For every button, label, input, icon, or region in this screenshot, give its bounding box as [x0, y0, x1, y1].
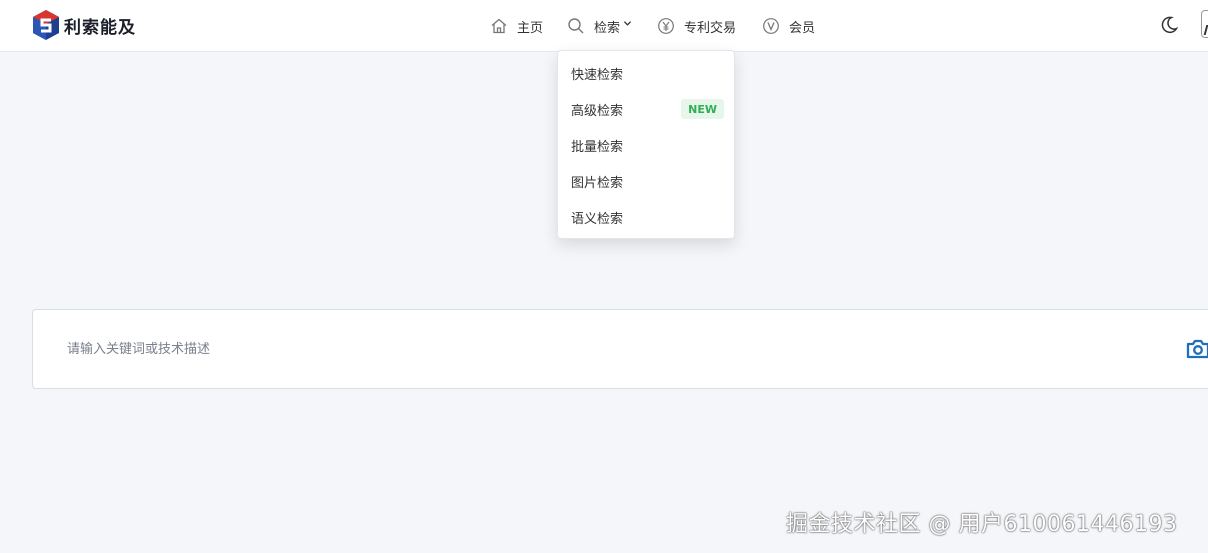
- dark-mode-toggle-icon[interactable]: [1159, 15, 1179, 35]
- menu-item-label: 高级检索: [571, 103, 624, 119]
- menu-item-label: 快速检索: [571, 67, 624, 83]
- nav-search-label: 检索: [594, 20, 621, 36]
- menu-item-label: 批量检索: [571, 139, 624, 155]
- nav-patent-trade[interactable]: 专利交易: [657, 17, 736, 36]
- camera-icon[interactable]: [1185, 337, 1208, 361]
- menu-item-quick-search[interactable]: 快速检索: [571, 63, 723, 83]
- search-dropdown-menu: 快速检索 高级检索 NEW 批量检索 图片检索 语义检索: [557, 50, 735, 239]
- home-icon: [491, 18, 507, 34]
- watermark-text: 掘金技术社区 @ 用户610061446193: [786, 512, 1178, 537]
- menu-item-batch-search[interactable]: 批量检索: [571, 135, 723, 155]
- vip-badge-icon: [763, 18, 779, 34]
- chevron-down-icon: [623, 19, 632, 31]
- main-nav: 主页 检索 专利交易 会员: [490, 0, 815, 52]
- search-icon: [568, 18, 584, 34]
- nav-search[interactable]: 检索: [567, 17, 632, 36]
- new-badge: NEW: [681, 99, 724, 119]
- yen-coin-icon: [658, 18, 674, 34]
- search-input[interactable]: [67, 336, 1147, 362]
- nav-patent-trade-label: 专利交易: [684, 20, 737, 36]
- menu-item-label: 语义检索: [571, 211, 624, 227]
- nav-home[interactable]: 主页: [490, 17, 543, 36]
- menu-item-advanced-search[interactable]: 高级检索 NEW: [571, 99, 724, 119]
- logo-icon: [33, 10, 59, 40]
- brand-name: 利索能及: [64, 17, 136, 38]
- nav-membership[interactable]: 会员: [762, 17, 815, 36]
- nav-membership-label: 会员: [789, 20, 816, 36]
- top-navbar: 利索能及 主页 检索 专利交易 会员: [0, 0, 1208, 52]
- menu-item-image-search[interactable]: 图片检索: [571, 171, 723, 191]
- user-avatar[interactable]: [1201, 10, 1208, 38]
- menu-item-label: 图片检索: [571, 175, 624, 191]
- menu-item-semantic-search[interactable]: 语义检索: [571, 207, 723, 227]
- nav-home-label: 主页: [517, 20, 544, 36]
- search-box: [32, 309, 1208, 389]
- brand-logo[interactable]: 利索能及: [31, 9, 136, 41]
